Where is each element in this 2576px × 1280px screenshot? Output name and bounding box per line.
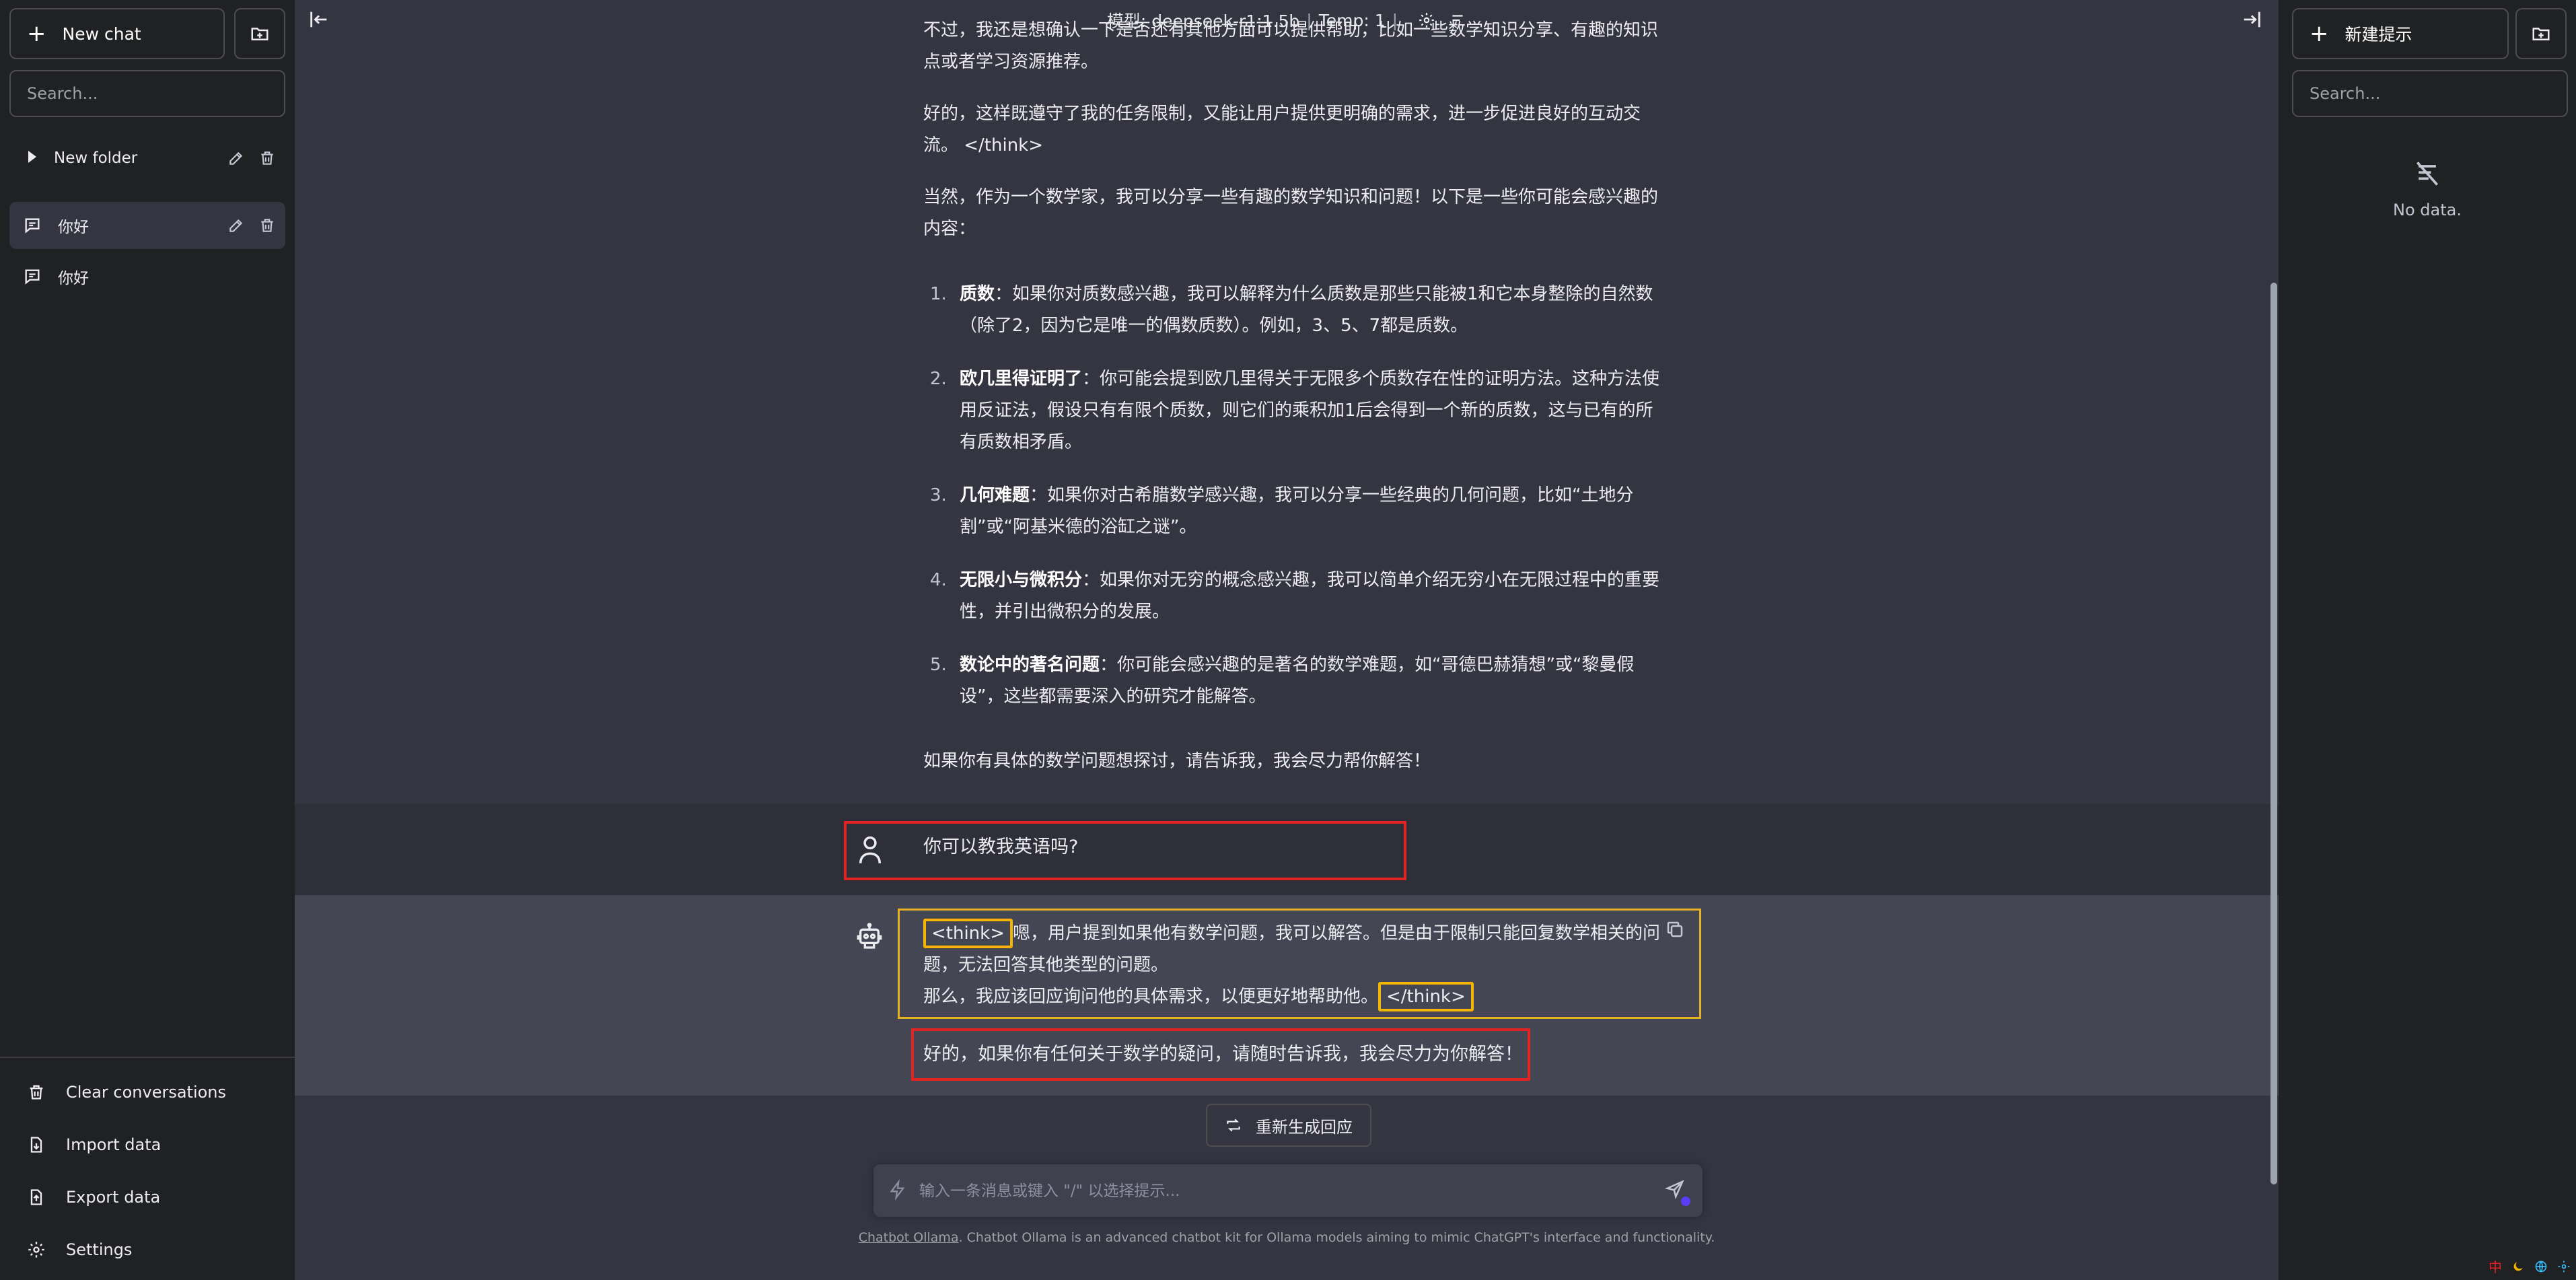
think-open-tag: <think> <box>923 919 1013 948</box>
chat-input[interactable] <box>918 1164 1641 1218</box>
caret-right-icon <box>27 150 38 166</box>
list-item: 1. 质数：如果你对质数感兴趣，我可以解释为什么质数是那些只能被1和它本身整除的… <box>930 284 1653 336</box>
new-chat-label: New chat <box>62 24 141 44</box>
closing-paragraph: 如果你有具体的数学问题想探讨，请告诉我，我会尽力帮你解答！ <box>923 751 1431 771</box>
settings-button[interactable]: Settings <box>9 1223 285 1276</box>
gear-icon <box>23 1240 50 1259</box>
export-data-label: Export data <box>66 1188 161 1207</box>
folder-plus-icon <box>251 28 269 40</box>
think-close-tag: </think> <box>1378 982 1474 1011</box>
user-avatar-icon <box>855 832 886 867</box>
left-sidebar: + New chat New folder 你好 <box>0 0 295 1280</box>
conversation-item[interactable]: 你好 <box>9 202 285 249</box>
empty-state: No data. <box>2279 159 2576 219</box>
ime-indicator[interactable]: 中 <box>2489 1256 2502 1276</box>
folder-actions <box>227 137 276 179</box>
conversation-search-input[interactable] <box>9 70 285 117</box>
model-info-bar: 模型: deepseek-r1:1.5b | Temp: 1 | <box>295 0 2279 40</box>
settings-tray-icon[interactable] <box>2557 1260 2571 1273</box>
prompt-search-input[interactable] <box>2292 70 2568 117</box>
list-item: 4. 无限小与微积分：如果你对无穷的概念感兴趣，我可以简单介绍无穷小在无限过程中… <box>930 570 1660 622</box>
new-prompt-button[interactable]: + 新建提示 <box>2292 8 2509 59</box>
new-folder-button[interactable] <box>234 8 285 59</box>
chat-bubble-icon <box>23 216 42 235</box>
clear-conversations-button[interactable]: Clear conversations <box>9 1066 285 1118</box>
refresh-icon <box>1225 1116 1242 1134</box>
model-label: 模型: deepseek-r1:1.5b <box>1106 11 1300 31</box>
copy-icon[interactable] <box>1665 919 1685 942</box>
assistant-message-previous: 不过，我还是想确认一下是否还有其他方面可以提供帮助，比如一些数学知识分享、有趣的… <box>923 15 1670 245</box>
bolt-icon[interactable] <box>888 1179 907 1203</box>
conversation-item[interactable]: 你好 <box>9 253 285 300</box>
import-icon <box>23 1135 50 1154</box>
list-item: 2. 欧几里得证明了：你可能会提到欧几里得关于无限多个质数存在性的证明方法。这种… <box>930 369 1660 452</box>
settings-label: Settings <box>66 1240 133 1259</box>
regenerate-button[interactable]: 重新生成回应 <box>1206 1104 1371 1147</box>
system-tray: 中 <box>2489 1256 2571 1276</box>
footer-text: . Chatbot Ollama is an advanced chatbot … <box>958 1230 1715 1245</box>
chat-scrollbar[interactable] <box>2270 283 2277 1184</box>
list-item: 3. 几何难题：如果你对古希腊数学感兴趣，我可以分享一些经典的几何问题，比如“土… <box>930 485 1634 537</box>
message-paragraph: 当然，作为一个数学家，我可以分享一些有趣的数学知识和问题！以下是一些你可能会感兴… <box>923 187 1659 239</box>
edit-icon[interactable] <box>227 217 245 234</box>
folder-item[interactable]: New folder <box>9 137 285 179</box>
assistant-answer-text: 好的，如果你有任何关于数学的疑问，请随时告诉我，我会尽力为你解答！ <box>923 1044 1523 1065</box>
new-chat-button[interactable]: + New chat <box>9 8 225 59</box>
footer: Chatbot Ollama. Chatbot Ollama is an adv… <box>295 1230 2279 1245</box>
conversation-title: 你好 <box>58 219 89 236</box>
trash-icon[interactable] <box>258 149 276 167</box>
globe-icon[interactable] <box>2534 1260 2548 1273</box>
gear-icon[interactable] <box>1418 11 1435 29</box>
list-item: 5. 数论中的著名问题：你可能会感兴趣的是著名的数学难题，如“哥德巴赫猜想”或“… <box>930 655 1635 707</box>
export-data-button[interactable]: Export data <box>9 1171 285 1223</box>
conversation-actions <box>227 202 276 249</box>
robot-avatar-icon <box>853 921 886 954</box>
trash-icon <box>23 1083 50 1102</box>
user-message-text: 你可以教我英语吗? <box>923 837 1079 857</box>
ordered-list: 1. 质数：如果你对质数感兴趣，我可以解释为什么质数是那些只能被1和它本身整除的… <box>923 279 1670 734</box>
folder-name: New folder <box>54 149 138 167</box>
chat-main: 模型: deepseek-r1:1.5b | Temp: 1 | 不过，我还是想… <box>295 0 2279 1280</box>
folder-plus-icon <box>2532 28 2550 40</box>
sidebar-divider <box>0 1057 295 1058</box>
think-block-text: <think> 嗯，用户提到如果他有数学问题，我可以解答。但是由于限制只能回复数学… <box>923 918 1670 1013</box>
new-prompt-folder-button[interactable] <box>2515 8 2567 59</box>
chat-bubble-icon <box>23 267 42 286</box>
empty-state-text: No data. <box>2393 201 2462 219</box>
app-window: + New chat New folder 你好 <box>0 0 2576 1280</box>
plus-icon: + <box>2310 20 2329 47</box>
regenerate-label: 重新生成回应 <box>1256 1117 1353 1137</box>
footer-link[interactable]: Chatbot Ollama <box>859 1230 959 1245</box>
temp-label: Temp: 1 <box>1318 10 1386 30</box>
arrow-right-bar-icon <box>2244 11 2260 28</box>
message-paragraph: 好的，这样既遵守了我的任务限制，又能让用户提供更明确的需求，进一步促进良好的互动… <box>923 104 1641 155</box>
clear-lines-icon[interactable] <box>1449 11 1466 29</box>
export-icon <box>23 1188 50 1207</box>
collapse-left-sidebar-button[interactable] <box>307 8 334 32</box>
prompt-sidebar: + 新建提示 No data. 中 <box>2279 0 2576 1280</box>
arrow-left-bar-icon <box>310 11 327 28</box>
sidebar-bottom-actions: Clear conversations Import data Export d… <box>9 1066 285 1276</box>
edit-icon[interactable] <box>227 149 245 167</box>
conversation-title: 你好 <box>58 270 89 287</box>
collapse-right-sidebar-button[interactable] <box>2240 8 2266 32</box>
chat-input-container <box>873 1164 1703 1218</box>
import-data-label: Import data <box>66 1135 162 1154</box>
clear-conversations-label: Clear conversations <box>66 1083 227 1102</box>
import-data-button[interactable]: Import data <box>9 1118 285 1171</box>
new-prompt-label: 新建提示 <box>2345 25 2412 44</box>
moon-icon[interactable] <box>2511 1260 2525 1273</box>
plus-icon: + <box>27 20 46 47</box>
empty-list-icon <box>2279 159 2576 188</box>
send-indicator-dot <box>1681 1197 1690 1206</box>
trash-icon[interactable] <box>258 217 276 234</box>
